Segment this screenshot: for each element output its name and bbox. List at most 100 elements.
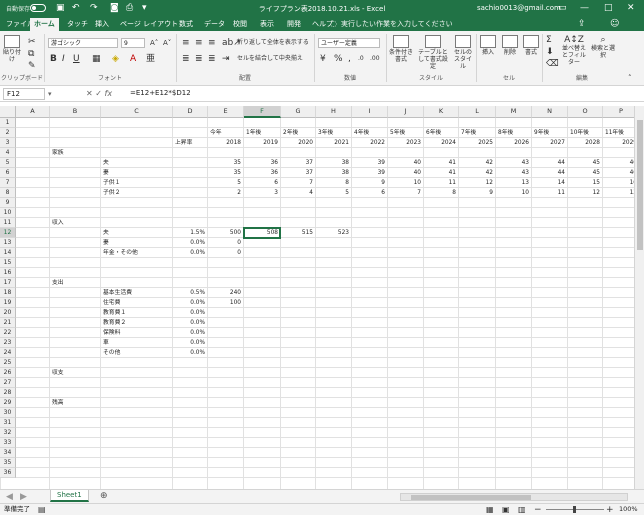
cell-d18[interactable]: 0.5% (173, 288, 207, 298)
row-header-36[interactable]: 36 (0, 468, 16, 478)
column-header-m[interactable]: M (496, 106, 532, 118)
decrease-font-icon[interactable]: A˅ (163, 38, 171, 48)
cell-g6[interactable]: 37 (281, 168, 315, 178)
row-header-26[interactable]: 26 (0, 368, 16, 378)
cell-j3[interactable]: 2023 (388, 138, 423, 148)
row-header-18[interactable]: 18 (0, 288, 16, 298)
cell-c12[interactable]: 夫 (103, 228, 173, 238)
align-right-icon[interactable]: ≣ (208, 54, 216, 64)
align-bottom-icon[interactable]: ≡ (208, 38, 216, 48)
column-header-f[interactable]: F (244, 106, 281, 118)
collapse-ribbon-icon[interactable]: ˄ (628, 73, 632, 83)
indent-icon[interactable]: ⇥ (222, 54, 230, 64)
cell-l2[interactable]: 7年後 (461, 128, 496, 138)
column-header-n[interactable]: N (532, 106, 568, 118)
cell-c13[interactable]: 妻 (103, 238, 173, 248)
insert-cells-button[interactable]: 挿入 (478, 35, 498, 56)
tab-data[interactable]: データ (200, 18, 229, 31)
cell-e14[interactable]: 0 (208, 248, 243, 258)
column-header-o[interactable]: O (568, 106, 603, 118)
cell-h2[interactable]: 3年後 (318, 128, 352, 138)
copy-icon[interactable]: ⧉ (28, 49, 34, 59)
select-all-corner[interactable] (0, 106, 16, 118)
row-header-9[interactable]: 9 (0, 198, 16, 208)
cell-c22[interactable]: 保険料 (103, 328, 173, 338)
column-header-l[interactable]: L (459, 106, 496, 118)
cell-d12[interactable]: 1.5% (173, 228, 207, 238)
cell-j2[interactable]: 5年後 (390, 128, 424, 138)
row-header-17[interactable]: 17 (0, 278, 16, 288)
cell-f7[interactable]: 6 (244, 178, 280, 188)
cell-e13[interactable]: 0 (208, 238, 243, 248)
column-header-i[interactable]: I (352, 106, 388, 118)
cell-l5[interactable]: 42 (459, 158, 495, 168)
wrap-text-button[interactable]: 折り返して全体を表示する (237, 39, 309, 47)
cell-b26[interactable]: 収支 (52, 368, 101, 378)
cell-p7[interactable]: 16 (603, 178, 634, 188)
worksheet-grid[interactable]: ABCDEFGHIJKLMNOPQ12345678910111213141516… (0, 106, 634, 489)
cell-k5[interactable]: 41 (424, 158, 458, 168)
cell-m3[interactable]: 2026 (496, 138, 531, 148)
row-header-24[interactable]: 24 (0, 348, 16, 358)
cell-h8[interactable]: 5 (316, 188, 351, 198)
row-header-27[interactable]: 27 (0, 378, 16, 388)
cell-f5[interactable]: 36 (244, 158, 280, 168)
cell-j5[interactable]: 40 (388, 158, 423, 168)
cell-e8[interactable]: 2 (208, 188, 243, 198)
cell-l8[interactable]: 9 (459, 188, 495, 198)
horizontal-scrollbar[interactable] (400, 493, 628, 501)
cell-m7[interactable]: 13 (496, 178, 531, 188)
name-box-dropdown-icon[interactable]: ▾ (48, 89, 52, 99)
paste-button[interactable]: 貼り付け (2, 35, 22, 63)
page-layout-view-icon[interactable]: ▣ (502, 505, 510, 515)
tab-insert[interactable]: 挿入 (91, 18, 113, 31)
share-icon[interactable]: ⇪ (578, 19, 586, 29)
row-header-16[interactable]: 16 (0, 268, 16, 278)
row-header-13[interactable]: 13 (0, 238, 16, 248)
align-top-icon[interactable]: ≡ (182, 38, 190, 48)
decrease-decimal-icon[interactable]: .00 (370, 54, 380, 64)
increase-decimal-icon[interactable]: .0 (358, 54, 364, 64)
enter-icon[interactable]: ✓ (95, 89, 102, 98)
vertical-scrollbar[interactable] (634, 106, 644, 489)
cell-h6[interactable]: 38 (316, 168, 351, 178)
cell-d14[interactable]: 0.0% (173, 248, 207, 258)
autosum-icon[interactable]: Σ (546, 35, 552, 45)
comma-style-icon[interactable]: , (348, 54, 351, 64)
row-header-6[interactable]: 6 (0, 168, 16, 178)
cell-i5[interactable]: 39 (352, 158, 387, 168)
format-as-table-button[interactable]: テーブルとして書式設定 (416, 35, 450, 70)
cell-d3[interactable]: 上昇率 (175, 138, 208, 148)
cell-i3[interactable]: 2022 (352, 138, 387, 148)
format-cells-button[interactable]: 書式 (522, 35, 540, 56)
row-header-33[interactable]: 33 (0, 438, 16, 448)
column-header-k[interactable]: K (424, 106, 459, 118)
tab-view[interactable]: 表示 (256, 18, 278, 31)
cell-b29[interactable]: 残高 (52, 398, 101, 408)
row-header-21[interactable]: 21 (0, 318, 16, 328)
cell-c6[interactable]: 妻 (103, 168, 173, 178)
tab-touch[interactable]: タッチ (63, 18, 92, 31)
cell-e18[interactable]: 240 (208, 288, 243, 298)
row-header-35[interactable]: 35 (0, 458, 16, 468)
cell-n8[interactable]: 11 (532, 188, 567, 198)
font-size-dropdown[interactable]: 9 (121, 38, 145, 48)
cell-e12[interactable]: 500 (208, 228, 243, 238)
column-header-h[interactable]: H (316, 106, 352, 118)
row-header-11[interactable]: 11 (0, 218, 16, 228)
cell-p6[interactable]: 46 (603, 168, 634, 178)
cell-c20[interactable]: 教育費１ (103, 308, 173, 318)
cell-e6[interactable]: 35 (208, 168, 243, 178)
new-sheet-icon[interactable]: ⊕ (100, 491, 108, 501)
cell-k3[interactable]: 2024 (424, 138, 458, 148)
row-header-23[interactable]: 23 (0, 338, 16, 348)
cell-n2[interactable]: 9年後 (534, 128, 568, 138)
column-header-a[interactable]: A (16, 106, 50, 118)
sort-filter-button[interactable]: A↕Z 並べ替えとフィルター (560, 35, 588, 66)
cell-d19[interactable]: 0.0% (173, 298, 207, 308)
fill-icon[interactable]: ⬇ (546, 47, 554, 57)
cell-f8[interactable]: 3 (244, 188, 280, 198)
tab-home[interactable]: ホーム (30, 18, 59, 31)
cell-o6[interactable]: 45 (568, 168, 602, 178)
cell-i2[interactable]: 4年後 (354, 128, 388, 138)
